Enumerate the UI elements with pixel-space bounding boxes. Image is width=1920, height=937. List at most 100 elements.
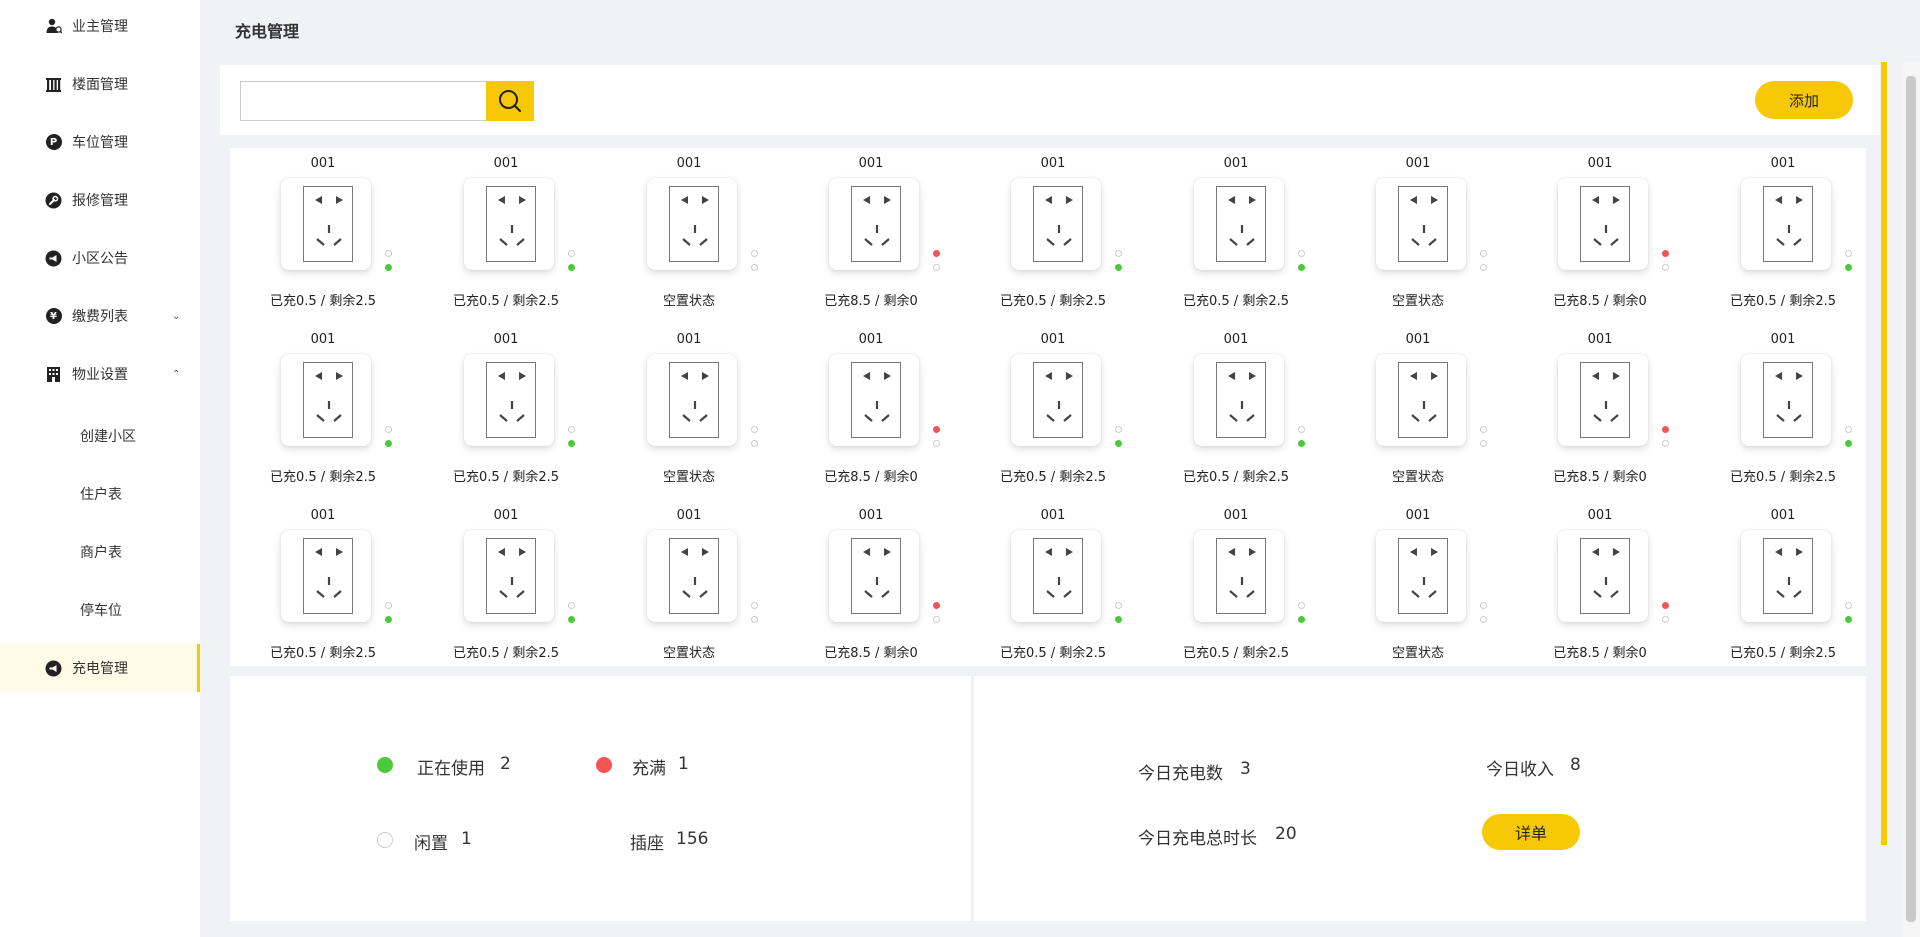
sidebar-subitem-parking-spaces[interactable]: 停车位 [0,586,200,634]
socket-charge-status: 已充0.5 / 剩余2.5 [270,470,376,485]
sockets-label: 插座 [630,834,664,854]
sidebar-item-charging[interactable]: 充电管理 [0,644,200,692]
outlet-icon [1376,354,1466,446]
socket-number: 001 [310,508,336,523]
socket-card[interactable]: 001 已充0.5 / 剩余2.5 [978,324,1148,494]
today-stats-panel: 今日充电数 3 今日收入 8 今日充电总时长 20 详单 [974,676,1866,921]
socket-card[interactable]: 001 空置状态 [1343,500,1513,670]
socket-card[interactable]: 001 已充0.5 / 剩余2.5 [248,148,418,318]
outlet-icon [281,178,371,270]
socket-card[interactable]: 001 已充8.5 / 剩余0 [796,500,966,670]
socket-card[interactable]: 001 已充8.5 / 剩余0 [796,148,966,318]
socket-charge-status: 已充0.5 / 剩余2.5 [1730,470,1836,485]
socket-charge-status: 已充0.5 / 剩余2.5 [1000,646,1106,661]
sidebar-item-label: 车位管理 [72,135,128,151]
sidebar-item-parking[interactable]: P 车位管理 [0,118,200,166]
socket-charge-status: 已充0.5 / 剩余2.5 [1000,470,1106,485]
content-scroll-indicator [1881,62,1887,845]
socket-charge-status: 空置状态 [662,646,715,661]
socket-number: 001 [1405,508,1431,523]
socket-card[interactable]: 001 已充0.5 / 剩余2.5 [1708,148,1878,318]
socket-card[interactable]: 001 已充0.5 / 剩余2.5 [1708,324,1878,494]
sidebar-subitem-label: 住户表 [80,487,122,503]
wrench-icon [45,192,62,209]
status-indicator-top [1115,426,1122,433]
status-indicator-bottom [1115,616,1122,623]
socket-card[interactable]: 001 已充0.5 / 剩余2.5 [248,500,418,670]
socket-charge-status: 已充0.5 / 剩余2.5 [1183,470,1289,485]
socket-card[interactable]: 001 已充8.5 / 剩余0 [1525,500,1695,670]
socket-card[interactable]: 001 已充8.5 / 剩余0 [1525,324,1695,494]
outlet-icon [464,178,554,270]
socket-card[interactable]: 001 已充0.5 / 剩余2.5 [1708,500,1878,670]
today-count-label: 今日充电数 [1138,764,1223,784]
detail-button[interactable]: 详单 [1482,814,1580,850]
outlet-icon [1011,178,1101,270]
status-indicator-bottom [1662,264,1669,271]
socket-card[interactable]: 001 空置状态 [1343,324,1513,494]
socket-card[interactable]: 001 已充8.5 / 剩余0 [796,324,966,494]
search-icon [499,90,522,113]
sidebar-item-announcements[interactable]: 小区公告 [0,234,200,282]
status-indicator-top [385,602,392,609]
socket-charge-status: 已充0.5 / 剩余2.5 [1183,294,1289,309]
status-indicator-bottom [568,440,575,447]
status-indicator-top [568,602,575,609]
socket-card[interactable]: 001 已充0.5 / 剩余2.5 [431,500,601,670]
sidebar-subitem-residents[interactable]: 住户表 [0,470,200,518]
status-indicator-top [933,426,940,433]
socket-number: 001 [493,332,519,347]
search-input[interactable] [240,81,488,121]
socket-charge-status: 空置状态 [1391,470,1444,485]
status-indicator-bottom [1298,264,1305,271]
outlet-icon [1011,354,1101,446]
megaphone-icon [45,250,62,267]
status-indicator-bottom [1480,264,1487,271]
sidebar-item-property-settings[interactable]: 物业设置 ⌃ [0,350,200,398]
outlet-icon [1558,178,1648,270]
socket-card[interactable]: 001 空置状态 [614,148,784,318]
socket-card[interactable]: 001 空置状态 [614,324,784,494]
status-indicator-bottom [751,440,758,447]
socket-number: 001 [858,332,884,347]
outlet-icon [829,178,919,270]
socket-card[interactable]: 001 已充0.5 / 剩余2.5 [248,324,418,494]
search-button[interactable] [486,81,534,121]
sidebar-item-payments[interactable]: ¥ 缴费列表 ⌄ [0,292,200,340]
socket-card[interactable]: 001 已充0.5 / 剩余2.5 [1161,500,1331,670]
socket-card[interactable]: 001 已充0.5 / 剩余2.5 [431,148,601,318]
user-icon [45,18,62,35]
socket-card[interactable]: 001 已充0.5 / 剩余2.5 [1161,324,1331,494]
yen-icon: ¥ [45,308,62,325]
socket-card[interactable]: 001 已充0.5 / 剩余2.5 [1161,148,1331,318]
socket-number: 001 [1040,156,1066,171]
status-indicator-top [751,250,758,257]
status-indicator-bottom [568,264,575,271]
outlet-icon [1741,178,1831,270]
socket-number: 001 [493,156,519,171]
socket-card[interactable]: 001 空置状态 [614,500,784,670]
socket-card[interactable]: 001 已充0.5 / 剩余2.5 [978,148,1148,318]
sidebar-subitem-merchants[interactable]: 商户表 [0,528,200,576]
status-indicator-bottom [1662,616,1669,623]
idle-dot-icon [377,832,393,848]
socket-card[interactable]: 001 已充8.5 / 剩余0 [1525,148,1695,318]
socket-number: 001 [1587,156,1613,171]
today-duration-value: 20 [1275,824,1297,844]
page-scrollbar-thumb[interactable] [1906,76,1916,922]
sidebar-item-owners[interactable]: 业主管理 [0,2,200,50]
idle-label: 闲置 [414,834,448,854]
status-indicator-bottom [751,264,758,271]
sidebar-item-floors[interactable]: 楼面管理 [0,60,200,108]
status-indicator-bottom [933,264,940,271]
socket-number: 001 [493,508,519,523]
socket-card[interactable]: 001 已充0.5 / 剩余2.5 [978,500,1148,670]
sidebar-subitem-create-community[interactable]: 创建小区 [0,412,200,460]
socket-card[interactable]: 001 已充0.5 / 剩余2.5 [431,324,601,494]
status-indicator-bottom [385,264,392,271]
socket-card[interactable]: 001 空置状态 [1343,148,1513,318]
add-button[interactable]: 添加 [1755,81,1853,119]
status-indicator-bottom [1845,264,1852,271]
outlet-icon [647,354,737,446]
sidebar-item-repairs[interactable]: 报修管理 [0,176,200,224]
